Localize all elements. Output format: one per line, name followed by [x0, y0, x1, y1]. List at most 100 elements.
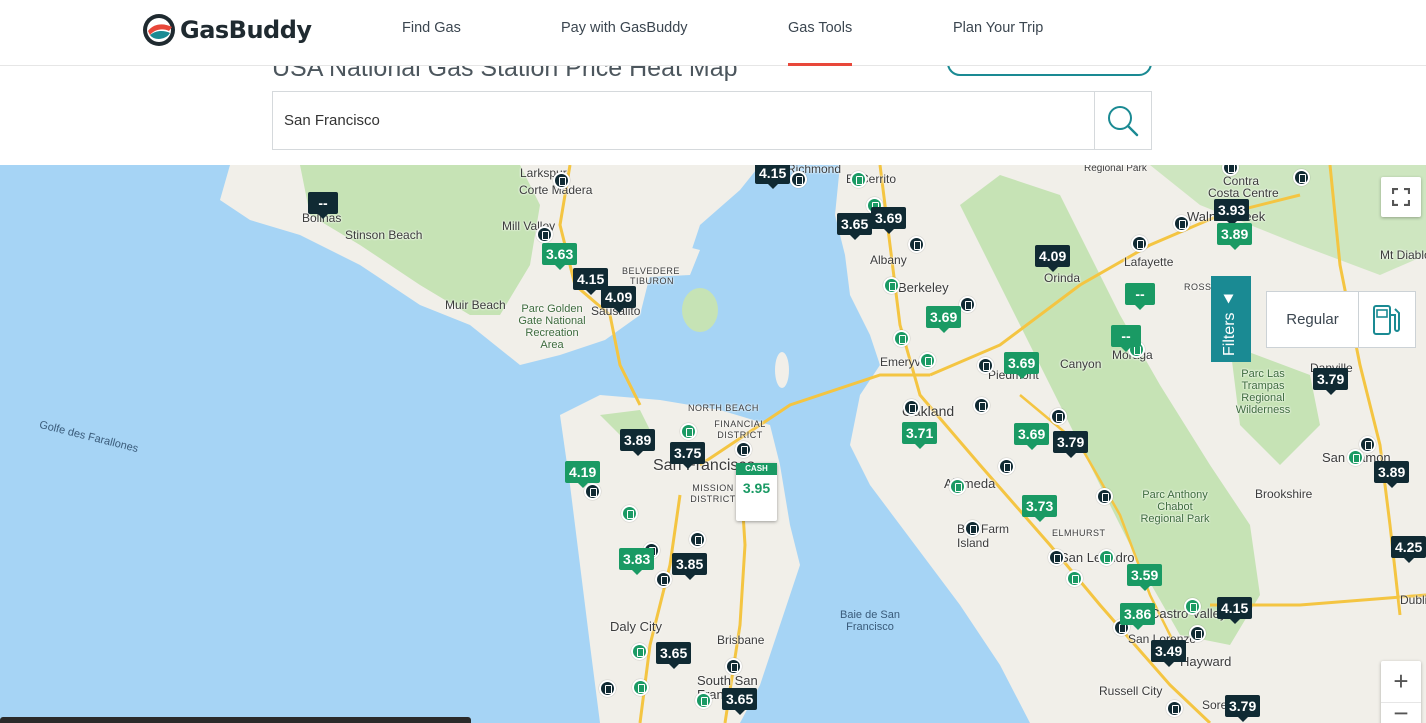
gas-station-icon[interactable]: [1359, 436, 1376, 453]
price-pin[interactable]: 4.09: [601, 286, 637, 313]
price-pin[interactable]: 3.59: [1127, 564, 1163, 591]
gas-station-icon[interactable]: [1293, 169, 1310, 186]
gas-station-icon[interactable]: [1096, 488, 1113, 505]
price-pin[interactable]: 3.89: [1374, 461, 1410, 488]
gas-station-icon[interactable]: [1184, 598, 1201, 615]
gas-station-icon[interactable]: [1189, 625, 1206, 642]
zoom-control: + −: [1381, 661, 1421, 723]
price-pin[interactable]: 3.83: [619, 548, 655, 575]
nav-gas-tools[interactable]: Gas Tools: [788, 20, 853, 66]
gas-station-icon[interactable]: [998, 458, 1015, 475]
price-pin[interactable]: 3.69: [926, 306, 962, 333]
place-label: Costa Centre: [1208, 186, 1279, 200]
gas-station-icon[interactable]: [949, 478, 966, 495]
place-label: Berkeley: [898, 280, 949, 295]
gas-station-icon[interactable]: [908, 236, 925, 253]
place-label: Orinda: [1044, 271, 1081, 285]
price-pin[interactable]: --: [1125, 283, 1155, 310]
gas-station-icon[interactable]: [621, 505, 638, 522]
price-pin[interactable]: 3.89: [1217, 223, 1253, 250]
price-pin[interactable]: 3.71: [902, 422, 938, 449]
price-pin[interactable]: 3.69: [1004, 352, 1040, 379]
gas-station-icon[interactable]: [919, 352, 936, 369]
price-pin[interactable]: 3.85: [672, 553, 708, 580]
gas-station-icon[interactable]: [1166, 700, 1183, 717]
zoom-out-button[interactable]: −: [1381, 700, 1421, 723]
gas-station-icon[interactable]: [883, 277, 900, 294]
gas-station-icon[interactable]: [1066, 570, 1083, 587]
gas-station-icon[interactable]: [735, 441, 752, 458]
nav-pay-with-gasbuddy[interactable]: Pay with GasBuddy: [561, 20, 688, 66]
gas-station-icon[interactable]: [1050, 408, 1067, 425]
price-pin[interactable]: 3.63: [542, 243, 578, 270]
gas-station-icon[interactable]: [977, 357, 994, 374]
price-pin[interactable]: 3.69: [1014, 423, 1050, 450]
price-pin[interactable]: 3.69: [871, 207, 907, 234]
place-label: Parc Las Trampas Regional Wilderness: [1235, 368, 1291, 416]
gas-station-icon[interactable]: [903, 399, 920, 416]
price-pin[interactable]: 3.49: [1151, 640, 1187, 667]
price-pin[interactable]: 3.86: [1120, 603, 1156, 630]
gas-station-icon[interactable]: [536, 226, 553, 243]
gas-station-icon[interactable]: [1098, 549, 1115, 566]
price-pin[interactable]: 4.09: [1035, 245, 1071, 272]
gas-station-icon[interactable]: [1131, 235, 1148, 252]
search-button[interactable]: [1094, 92, 1151, 149]
place-label: MISSION DISTRICT: [690, 483, 736, 504]
gasbuddy-logo-icon: [143, 14, 175, 46]
fuel-type-selector[interactable]: Regular: [1266, 291, 1416, 348]
price-pin[interactable]: --: [308, 192, 338, 219]
gas-station-icon[interactable]: [655, 571, 672, 588]
gas-station-icon[interactable]: [680, 423, 697, 440]
gas-station-icon[interactable]: [725, 658, 742, 675]
fuel-type-label: Regular: [1267, 292, 1359, 347]
place-label: Stinson Beach: [345, 228, 423, 242]
price-pin[interactable]: 3.93: [1214, 199, 1250, 226]
location-search-input[interactable]: [273, 92, 1095, 149]
gas-station-icon[interactable]: [553, 172, 570, 189]
price-pin[interactable]: 4.25: [1391, 536, 1426, 563]
fullscreen-button[interactable]: [1381, 177, 1421, 217]
price-pin[interactable]: 3.65: [722, 688, 758, 715]
gasbuddy-logo[interactable]: GasBuddy: [142, 12, 312, 48]
gas-station-icon[interactable]: [632, 679, 649, 696]
gas-station-icon[interactable]: [959, 296, 976, 313]
price-pin[interactable]: 3.65: [656, 642, 692, 669]
nav-find-gas[interactable]: Find Gas: [402, 20, 461, 66]
price-pin[interactable]: 4.15: [1217, 597, 1253, 624]
place-label: FINANCIAL DISTRICT: [714, 419, 766, 440]
gas-station-icon[interactable]: [893, 330, 910, 347]
gas-station-icon[interactable]: [850, 171, 867, 188]
cash-price: 3.95: [742, 480, 771, 496]
header-action-button[interactable]: [947, 66, 1152, 76]
gas-station-icon[interactable]: [689, 531, 706, 548]
price-pin[interactable]: 3.89: [620, 429, 656, 456]
gas-station-icon[interactable]: [1347, 449, 1364, 466]
price-pin[interactable]: 3.79: [1053, 431, 1089, 458]
price-pin[interactable]: 4.15: [755, 165, 791, 189]
filters-toggle[interactable]: Filters: [1211, 276, 1251, 362]
price-pin[interactable]: 3.73: [1022, 495, 1058, 522]
price-pin[interactable]: 3.79: [1225, 695, 1261, 722]
cash-tag: CASH: [736, 463, 777, 475]
place-label: Lafayette: [1124, 255, 1174, 269]
gas-station-icon[interactable]: [695, 692, 712, 709]
price-pin[interactable]: --: [1111, 325, 1141, 352]
zoom-in-button[interactable]: +: [1381, 661, 1421, 701]
gas-station-icon[interactable]: [599, 680, 616, 697]
gas-station-icon[interactable]: [1173, 215, 1190, 232]
gas-station-icon[interactable]: [973, 397, 990, 414]
gas-station-icon[interactable]: [790, 171, 807, 188]
nav-plan-your-trip[interactable]: Plan Your Trip: [953, 20, 1043, 66]
place-label: Parc Anthony Chabot Regional Park: [1140, 489, 1210, 525]
gas-station-icon[interactable]: [631, 643, 648, 660]
place-label: Brookshire: [1255, 487, 1313, 501]
price-pin[interactable]: 3.65: [837, 213, 873, 240]
gas-station-icon[interactable]: [964, 520, 981, 537]
gas-station-icon[interactable]: [1048, 549, 1065, 566]
price-heat-map[interactable]: Larkspur Corte Madera Richmond Regional …: [0, 165, 1426, 723]
price-pin[interactable]: 4.19: [565, 461, 601, 488]
cash-price-card[interactable]: CASH 3.95: [736, 463, 777, 521]
price-pin[interactable]: 3.75: [670, 442, 706, 469]
price-pin[interactable]: 3.79: [1313, 368, 1349, 395]
